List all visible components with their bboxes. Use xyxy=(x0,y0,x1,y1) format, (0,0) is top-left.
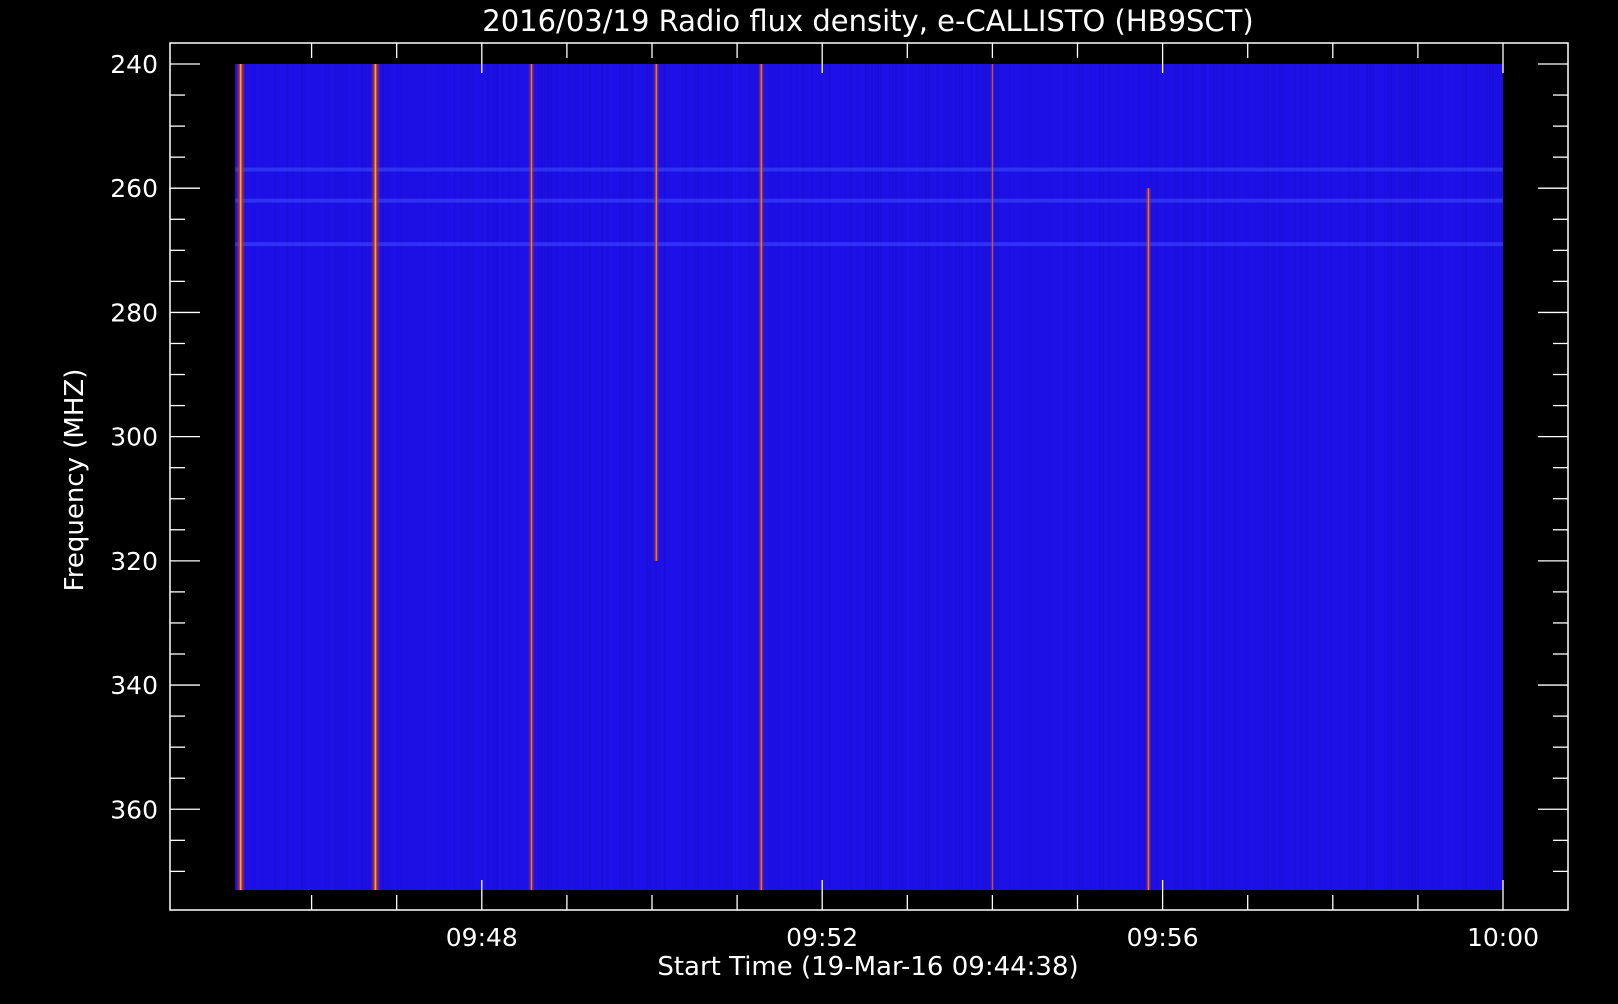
x-tick-label: 09:56 xyxy=(1127,923,1199,952)
interference-band-1 xyxy=(235,198,1503,203)
burst-1 xyxy=(370,64,380,890)
interference-band-2 xyxy=(235,242,1503,247)
y-tick-label: 240 xyxy=(110,50,158,79)
spectrogram-chart: 2016/03/19 Radio flux density, e-CALLIST… xyxy=(0,0,1618,1000)
burst-4 xyxy=(758,64,765,890)
plot-area xyxy=(235,64,1503,891)
burst-6 xyxy=(1145,188,1152,891)
interference-band-0 xyxy=(235,167,1503,172)
burst-0 xyxy=(236,64,246,890)
y-tick-label: 300 xyxy=(110,423,158,452)
y-tick-label: 260 xyxy=(110,174,158,203)
spectrogram-noise xyxy=(235,64,1503,890)
chart-svg: 2016/03/19 Radio flux density, e-CALLIST… xyxy=(0,0,1618,1000)
x-tick-label: 09:48 xyxy=(446,923,518,952)
chart-title: 2016/03/19 Radio flux density, e-CALLIST… xyxy=(482,4,1253,38)
x-tick-label: 09:52 xyxy=(786,923,858,952)
y-tick-label: 340 xyxy=(110,671,158,700)
burst-2 xyxy=(528,64,535,890)
x-tick-label: 10:00 xyxy=(1467,923,1539,952)
y-tick-label: 320 xyxy=(110,547,158,576)
x-axis-label: Start Time (19-Mar-16 09:44:38) xyxy=(657,952,1078,982)
burst-3 xyxy=(653,64,660,561)
burst-5 xyxy=(990,64,995,890)
y-tick-label: 280 xyxy=(110,298,158,327)
y-axis-label: Frequency (MHZ) xyxy=(60,369,90,592)
y-tick-label: 360 xyxy=(110,795,158,824)
